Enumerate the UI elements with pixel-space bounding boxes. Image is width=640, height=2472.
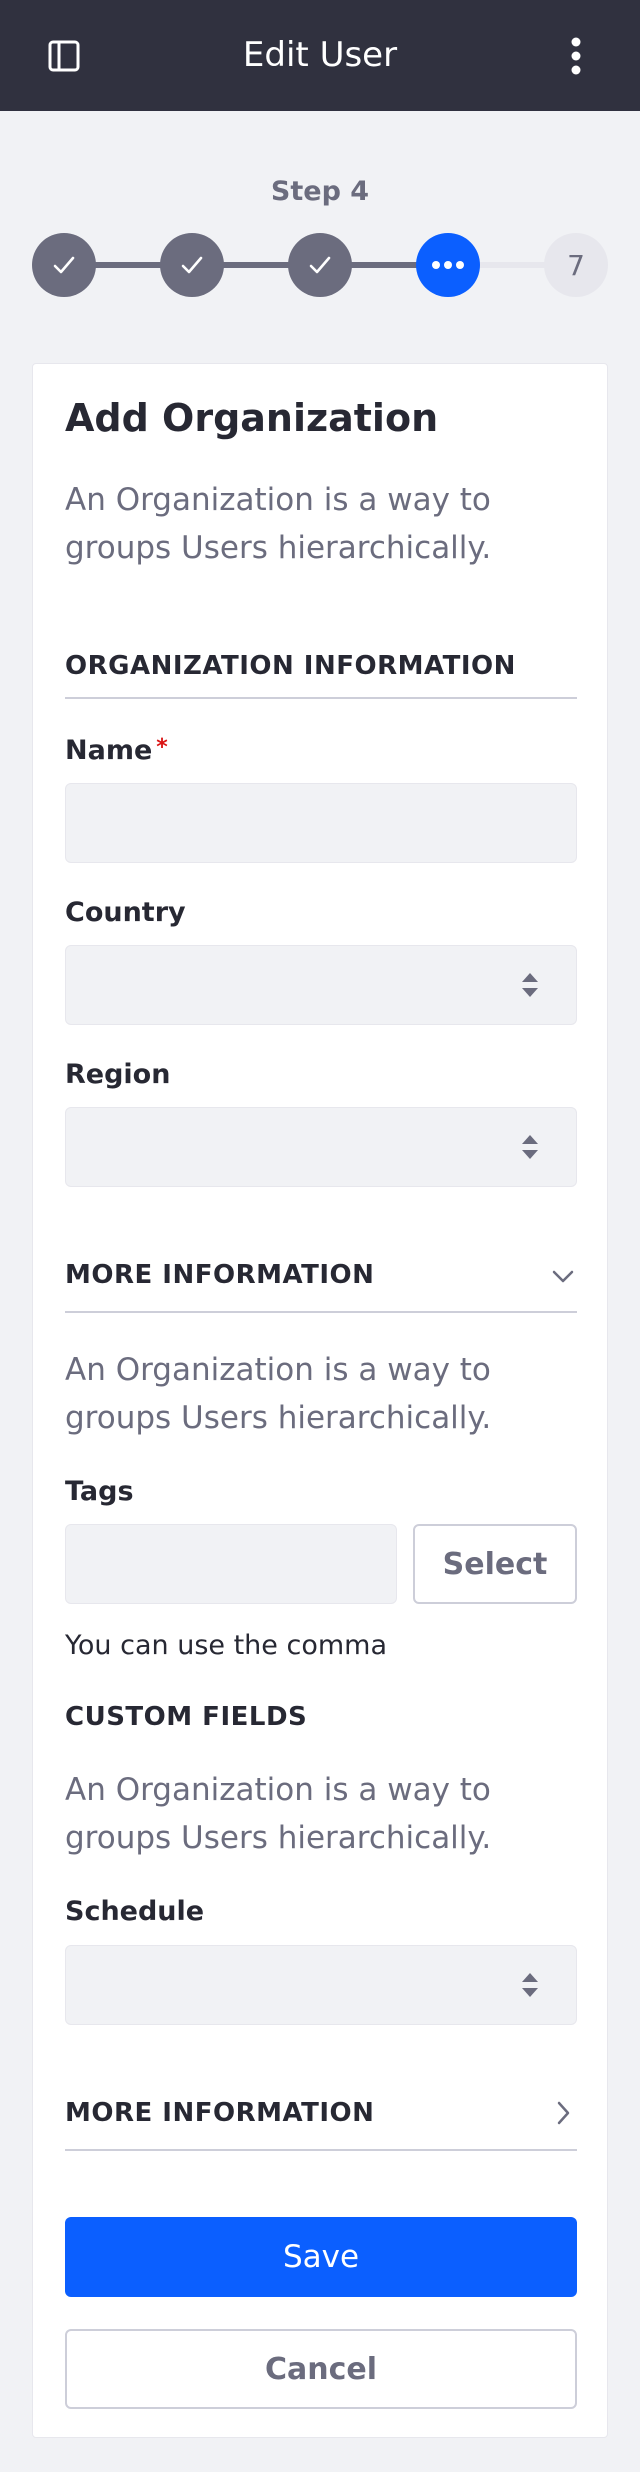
section-divider (65, 1311, 577, 1313)
section-organization-information-title: ORGANIZATION INFORMATION (65, 651, 516, 681)
cancel-button[interactable]: Cancel (65, 2329, 577, 2409)
section-more-information-collapsed-title: MORE INFORMATION (65, 2098, 375, 2128)
tags-label: Tags (65, 1476, 134, 1507)
check-icon (309, 256, 331, 274)
section-divider (65, 697, 577, 699)
region-label: Region (65, 1059, 171, 1090)
tags-input[interactable] (65, 1524, 397, 1604)
country-label: Country (65, 897, 186, 928)
ellipsis-icon (432, 261, 464, 269)
stepper-line-complete (64, 262, 448, 268)
more-information-description: An Organization is a way to groups Users… (65, 1352, 492, 1436)
section-divider (65, 2149, 577, 2151)
save-button[interactable]: Save (65, 2217, 577, 2297)
region-select[interactable] (65, 1107, 577, 1187)
select-arrows-icon (522, 1135, 538, 1159)
more-information-collapsed-toggle[interactable]: MORE INFORMATION (65, 2098, 577, 2142)
name-input[interactable] (65, 783, 577, 863)
tags-help-text: You can use the comma (65, 1630, 387, 1661)
add-organization-card: Add Organization An Organization is a wa… (32, 363, 608, 2438)
schedule-label: Schedule (65, 1896, 205, 1927)
chevron-right-icon (557, 2101, 570, 2125)
step-1-complete[interactable] (32, 233, 96, 297)
chevron-down-icon (552, 1270, 574, 1283)
check-icon (53, 256, 75, 274)
app-header: Edit User (0, 0, 640, 111)
required-mark: * (156, 735, 168, 760)
form-description: An Organization is a way to groups Users… (65, 482, 492, 566)
form-title: Add Organization (65, 396, 439, 440)
page-title: Edit User (242, 35, 398, 75)
progress-stepper: 7 (32, 233, 608, 297)
step-label: Step 4 (270, 176, 370, 207)
step-3-complete[interactable] (288, 233, 352, 297)
country-select[interactable] (65, 945, 577, 1025)
check-icon (181, 256, 203, 274)
custom-fields-description: An Organization is a way to groups Users… (65, 1772, 492, 1856)
select-tags-button[interactable]: Select (413, 1524, 577, 1604)
step-4-active[interactable] (416, 233, 480, 297)
section-more-information-title: MORE INFORMATION (65, 1260, 375, 1290)
select-arrows-icon (522, 1973, 538, 1997)
schedule-select[interactable] (65, 1945, 577, 2025)
kebab-menu-icon[interactable] (556, 34, 596, 78)
step-7-upcoming[interactable]: 7 (544, 233, 608, 297)
select-arrows-icon (522, 973, 538, 997)
more-information-toggle[interactable]: MORE INFORMATION (65, 1260, 577, 1304)
step-2-complete[interactable] (160, 233, 224, 297)
name-label: Name * (65, 735, 168, 766)
section-custom-fields-title: CUSTOM FIELDS (65, 1702, 308, 1732)
